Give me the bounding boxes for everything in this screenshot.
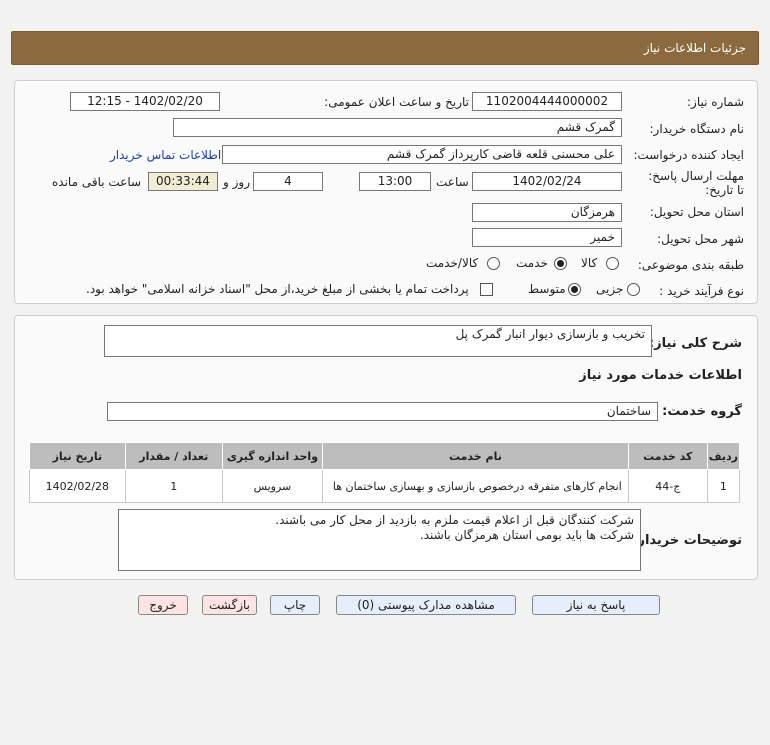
category-option-goods: کالا [581,256,598,270]
exit-button[interactable]: خروج [138,595,188,615]
cell-service-code: ج-44 [627,469,708,503]
cell-unit: سرویس [221,469,324,503]
col-unit: واحد اندازه گیری [221,442,324,470]
summary-label: شرح کلی نیاز: [648,336,742,351]
page-title: جزئیات اطلاعات نیاز [643,41,746,55]
services-table-header: ردیف کد خدمت نام خدمت واحد اندازه گیری ت… [29,442,741,470]
time-label: ساعت [436,175,469,189]
creator-field: علی محسنی قلعه قاضی کارپرداز گمرک قشم [222,145,622,164]
city-field: خمیر [472,228,622,247]
process-label: نوع فرآیند خرید : [659,284,744,298]
creator-label: ایجاد کننده درخواست: [633,148,744,162]
process-option-minor: جزیی [596,282,624,296]
need-number-field: 1102004444000002 [472,92,622,111]
process-option-medium: متوسط [528,282,566,296]
deadline-label: مهلت ارسال پاسخ: تا تاریخ: [644,169,744,197]
service-group-label: گروه خدمت: [662,404,742,419]
city-label: شهر محل تحویل: [657,232,744,246]
remaining-label: ساعت باقی مانده [52,175,142,189]
category-option-service: خدمت [516,256,548,270]
buyer-org-label: نام دستگاه خریدار: [649,122,745,136]
cell-quantity: 1 [124,469,223,503]
col-service-name: نام خدمت [322,442,629,470]
category-radio-goods[interactable] [606,257,619,270]
contact-buyer-link[interactable]: اطلاعات تماس خریدار [110,148,221,162]
view-attachments-button[interactable]: مشاهده مدارک پیوستی (0) [336,595,516,615]
process-radio-medium[interactable] [568,283,581,296]
col-quantity: تعداد / مقدار [124,442,223,470]
deadline-date-field: 1402/02/24 [472,172,622,191]
services-section-title: اطلاعات خدمات مورد نیاز [579,368,742,383]
buyer-notes-field: شرکت کنندگان قبل از اعلام قیمت ملزم به ب… [118,509,641,571]
days-label: روز و [223,175,250,189]
cell-row-number: 1 [706,469,741,503]
announce-field: 1402/02/20 - 12:15 [70,92,220,111]
col-need-date: تاریخ نیاز [29,442,126,470]
page-header: جزئیات اطلاعات نیاز [11,31,759,65]
announce-label: تاریخ و ساعت اعلان عمومی: [324,95,469,109]
print-button[interactable]: چاپ [270,595,320,615]
need-number-label: شماره نیاز: [687,95,744,109]
service-group-field: ساختمان [107,402,658,421]
buyer-org-field: گمرک قشم [173,118,622,137]
table-row: 1 ج-44 انجام کارهای متفرقه درخصوص بازساز… [29,469,741,503]
deadline-label-text: مهلت ارسال پاسخ: تا تاریخ: [648,169,744,197]
days-field: 4 [253,172,323,191]
treasury-payment-checkbox[interactable] [480,283,493,296]
buyer-notes-line-2: شرکت ها باید بومی استان هرمزگان باشند. [419,528,634,542]
reply-button[interactable]: پاسخ به نیاز [532,595,660,615]
category-radio-goods-service[interactable] [487,257,500,270]
col-row-number: ردیف [706,442,741,470]
services-table: ردیف کد خدمت نام خدمت واحد اندازه گیری ت… [29,442,741,503]
col-service-code: کد خدمت [627,442,708,470]
province-field: هرمزگان [472,203,622,222]
category-radio-service[interactable] [554,257,567,270]
buyer-notes-label: توضیحات خریدار: [632,533,742,548]
summary-field: تخریب و بازسازی دیوار انبار گمرک پل [104,325,652,357]
back-button[interactable]: بازگشت [202,595,257,615]
cell-service-name: انجام کارهای متفرقه درخصوص بازسازی و بهس… [322,469,629,503]
process-radio-minor[interactable] [627,283,640,296]
category-option-goods-service: کالا/خدمت [426,256,479,270]
buyer-notes-line-1: شرکت کنندگان قبل از اعلام قیمت ملزم به ب… [275,513,634,527]
cell-need-date: 1402/02/28 [29,469,126,503]
payment-note: پرداخت تمام یا بخشی از مبلغ خرید،از محل … [86,282,469,296]
deadline-time-field: 13:00 [359,172,431,191]
remaining-time-field: 00:33:44 [148,172,218,191]
category-label: طبقه بندی موضوعی: [637,258,744,272]
province-label: استان محل تحویل: [649,205,744,219]
